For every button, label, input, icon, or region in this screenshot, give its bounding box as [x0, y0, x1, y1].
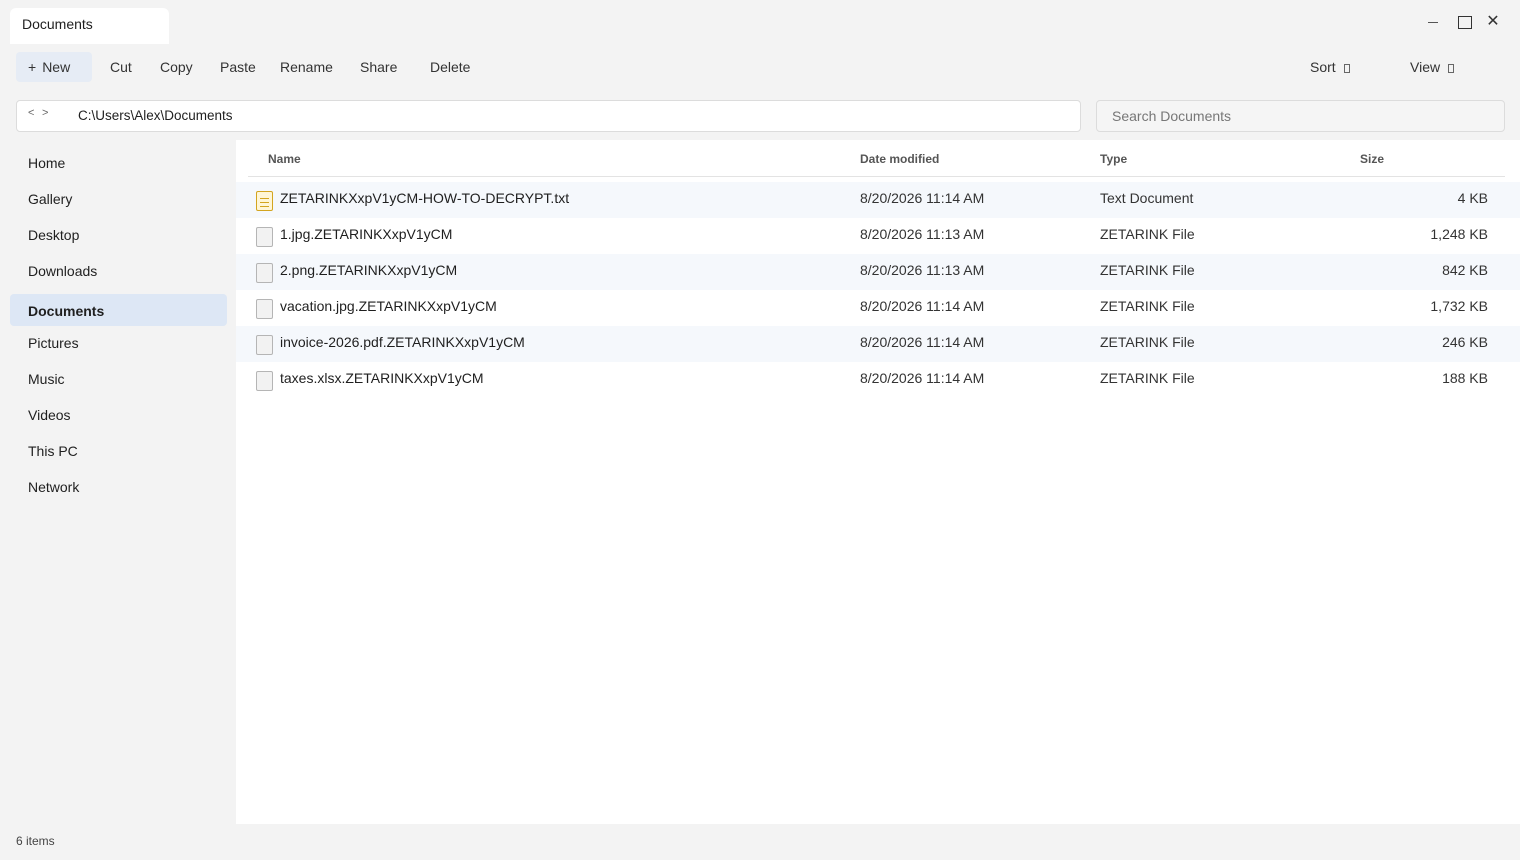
new-button-label: New [42, 59, 71, 75]
sidebar-item-pictures[interactable]: Pictures [10, 326, 227, 358]
file-size: 246 KB [1442, 334, 1488, 350]
close-icon: ✕ [1486, 13, 1500, 30]
file-size: 1,248 KB [1430, 226, 1488, 242]
file-type: Text Document [1100, 190, 1194, 206]
file-size: 188 KB [1442, 370, 1488, 386]
sidebar-item-music[interactable]: Music [10, 362, 227, 394]
file-icon [256, 227, 273, 247]
plus-icon: + [28, 59, 37, 75]
address-path[interactable]: C:\Users\Alex\Documents [78, 108, 233, 123]
tab-title: Documents [22, 16, 93, 32]
command-bar: + New Cut Copy Paste Rename Share Delete … [0, 52, 1520, 84]
file-date: 8/20/2026 11:14 AM [860, 334, 985, 350]
minimize-icon [1428, 21, 1438, 23]
file-date: 8/20/2026 11:14 AM [860, 298, 985, 314]
sort-label: Sort [1310, 59, 1336, 75]
address-bar[interactable]: < > C:\Users\Alex\Documents [16, 100, 1081, 132]
column-header-date[interactable]: Date modified [860, 152, 939, 166]
sidebar-item-videos[interactable]: Videos [10, 398, 227, 430]
delete-button[interactable]: Delete [430, 52, 470, 82]
cut-button[interactable]: Cut [110, 52, 132, 82]
chevron-down-icon [1343, 64, 1350, 73]
sidebar-item-desktop[interactable]: Desktop [10, 218, 227, 250]
file-size: 842 KB [1442, 262, 1488, 278]
table-row[interactable]: ZETARINKXxpV1yCM-HOW-TO-DECRYPT.txt 8/20… [236, 182, 1520, 218]
column-header-size[interactable]: Size [1360, 152, 1384, 166]
file-type: ZETARINK File [1100, 262, 1195, 278]
chevron-down-icon [1448, 64, 1455, 73]
sidebar-item-gallery[interactable]: Gallery [10, 182, 227, 214]
table-row[interactable]: 1.jpg.ZETARINKXxpV1yCM 8/20/2026 11:13 A… [236, 218, 1520, 254]
sort-button[interactable]: Sort [1310, 52, 1350, 82]
paste-button[interactable]: Paste [220, 52, 256, 82]
column-header-name[interactable]: Name [268, 152, 301, 166]
file-icon [256, 263, 273, 283]
file-size: 4 KB [1457, 190, 1488, 206]
file-date: 8/20/2026 11:14 AM [860, 190, 985, 206]
file-list: Name Date modified Type Size ZETARINKXxp… [236, 140, 1520, 824]
file-name: 2.png.ZETARINKXxpV1yCM [280, 262, 458, 278]
sidebar-item-documents[interactable]: Documents [10, 294, 227, 326]
close-button[interactable]: ✕ [1481, 10, 1505, 34]
view-button[interactable]: View [1410, 52, 1455, 82]
sidebar-item-this-pc[interactable]: This PC [10, 434, 227, 466]
forward-button[interactable]: > [42, 107, 48, 119]
text-file-icon [256, 191, 273, 211]
maximize-button[interactable] [1453, 10, 1477, 34]
maximize-icon [1458, 15, 1472, 29]
file-type: ZETARINK File [1100, 334, 1195, 350]
column-header-type[interactable]: Type [1100, 152, 1127, 166]
copy-button[interactable]: Copy [160, 52, 193, 82]
minimize-button[interactable] [1421, 10, 1445, 34]
search-input[interactable] [1096, 100, 1505, 132]
file-icon [256, 299, 273, 319]
sidebar-item-network[interactable]: Network [10, 470, 227, 502]
title-bar: Documents ✕ [0, 0, 1520, 48]
table-row[interactable]: vacation.jpg.ZETARINKXxpV1yCM 8/20/2026 … [236, 290, 1520, 326]
file-icon [256, 335, 273, 355]
file-name: invoice-2026.pdf.ZETARINKXxpV1yCM [280, 334, 525, 350]
file-name: vacation.jpg.ZETARINKXxpV1yCM [280, 298, 497, 314]
sidebar-item-downloads[interactable]: Downloads [10, 254, 227, 286]
sidebar: Home Gallery Desktop Downloads Documents… [0, 146, 236, 824]
file-date: 8/20/2026 11:14 AM [860, 370, 985, 386]
file-date: 8/20/2026 11:13 AM [860, 226, 985, 242]
table-row[interactable]: taxes.xlsx.ZETARINKXxpV1yCM 8/20/2026 11… [236, 362, 1520, 398]
sidebar-item-home[interactable]: Home [10, 146, 227, 178]
table-row[interactable]: 2.png.ZETARINKXxpV1yCM 8/20/2026 11:13 A… [236, 254, 1520, 290]
item-count: 6 items [16, 834, 55, 848]
file-size: 1,732 KB [1430, 298, 1488, 314]
file-type: ZETARINK File [1100, 226, 1195, 242]
file-type: ZETARINK File [1100, 298, 1195, 314]
file-name: 1.jpg.ZETARINKXxpV1yCM [280, 226, 453, 242]
rename-button[interactable]: Rename [280, 52, 333, 82]
view-label: View [1410, 59, 1441, 75]
file-icon [256, 371, 273, 391]
file-name: ZETARINKXxpV1yCM-HOW-TO-DECRYPT.txt [280, 190, 570, 206]
share-button[interactable]: Share [360, 52, 397, 82]
file-type: ZETARINK File [1100, 370, 1195, 386]
file-name: taxes.xlsx.ZETARINKXxpV1yCM [280, 370, 484, 386]
header-divider [248, 176, 1505, 177]
tab-documents[interactable]: Documents [10, 8, 169, 44]
status-bar: 6 items [0, 824, 1520, 860]
table-row[interactable]: invoice-2026.pdf.ZETARINKXxpV1yCM 8/20/2… [236, 326, 1520, 362]
new-button[interactable]: + New [16, 52, 92, 82]
file-date: 8/20/2026 11:13 AM [860, 262, 985, 278]
back-button[interactable]: < [28, 107, 34, 119]
